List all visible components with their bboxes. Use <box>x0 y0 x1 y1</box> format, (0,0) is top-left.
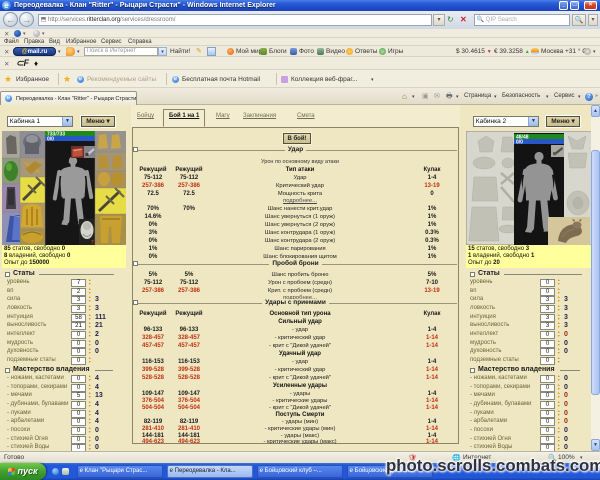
svg-text:0/0: 0/0 <box>47 137 54 143</box>
svg-text:0/0: 0/0 <box>516 140 523 146</box>
